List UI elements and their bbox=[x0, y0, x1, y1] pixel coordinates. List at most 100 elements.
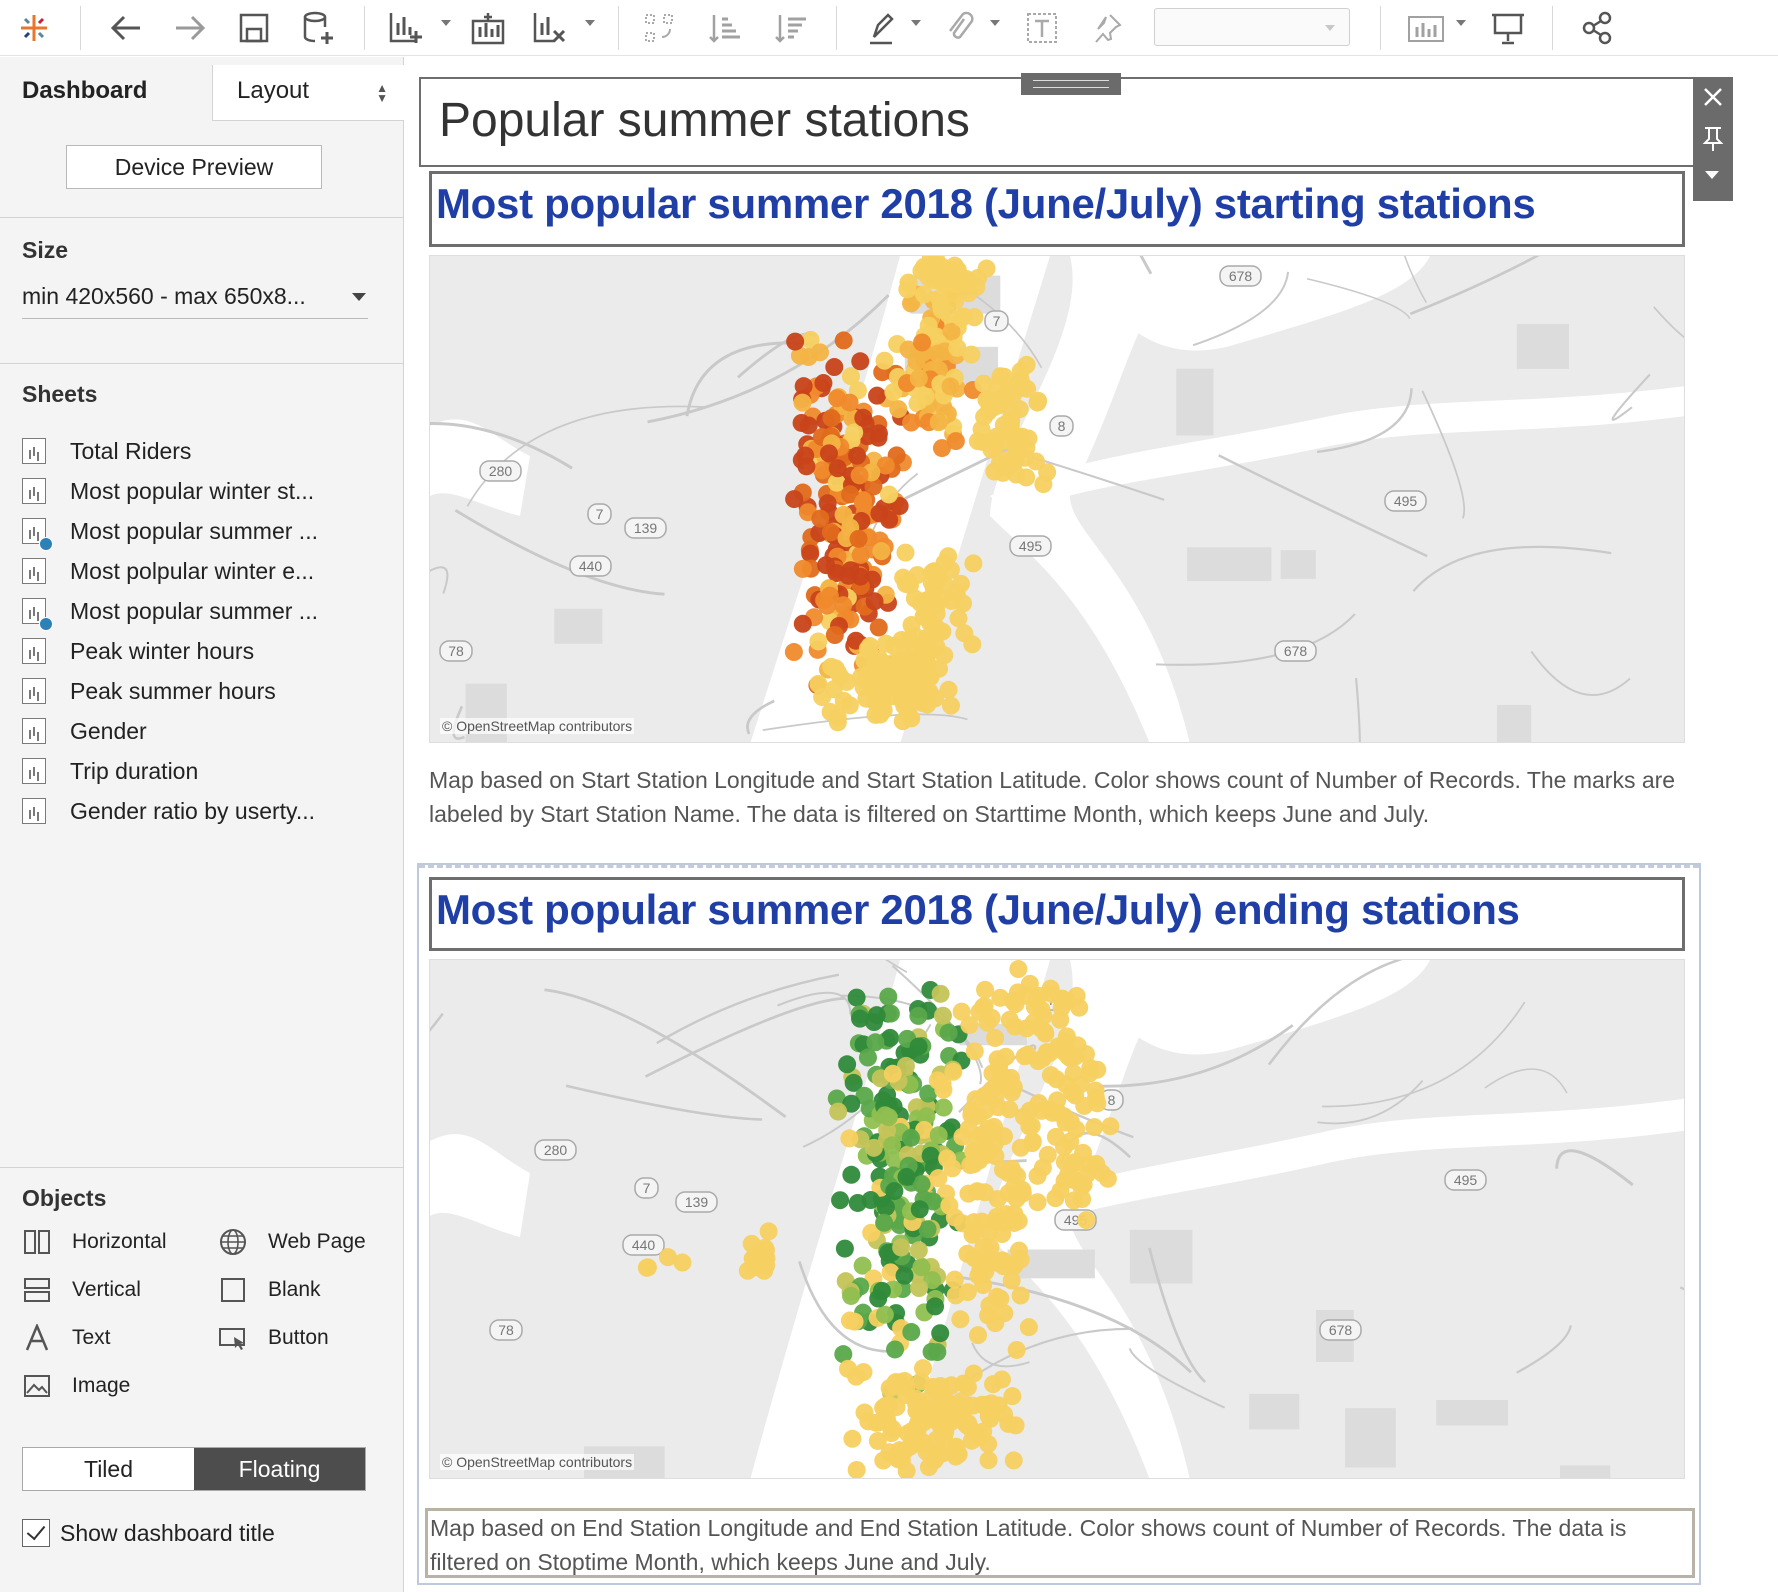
object-text[interactable]: Text bbox=[22, 1321, 111, 1355]
new-data-source-icon[interactable] bbox=[296, 8, 340, 48]
station-mark bbox=[948, 338, 967, 357]
sheet-item[interactable]: Most polpular winter e... bbox=[22, 553, 392, 589]
sheet-item[interactable]: Gender ratio by userty... bbox=[22, 793, 392, 829]
station-mark bbox=[1000, 1100, 1019, 1119]
redo-icon[interactable] bbox=[168, 8, 212, 48]
presentation-mode-icon[interactable] bbox=[1486, 8, 1530, 48]
save-icon[interactable] bbox=[232, 8, 276, 48]
sheet-item[interactable]: Most popular summer ... bbox=[22, 593, 392, 631]
station-mark bbox=[658, 1248, 677, 1267]
station-mark bbox=[851, 567, 870, 586]
new-dashboard-icon[interactable] bbox=[466, 8, 510, 48]
floating-button[interactable]: Floating bbox=[194, 1448, 365, 1490]
station-mark bbox=[814, 374, 833, 393]
highway-shield-label: 139 bbox=[685, 1194, 709, 1210]
sheet-item[interactable]: Gender bbox=[22, 713, 392, 749]
park-area bbox=[465, 683, 507, 742]
sheet-label: Peak winter hours bbox=[70, 637, 255, 664]
show-dashboard-title-option[interactable]: Show dashboard title bbox=[22, 1519, 275, 1547]
station-mark bbox=[874, 659, 893, 678]
station-mark bbox=[912, 1372, 931, 1391]
end-stations-map[interactable]: 78280713944049549578678 © OpenStreetMap … bbox=[429, 959, 1685, 1479]
sheet-item[interactable]: Most popular summer ... bbox=[22, 513, 392, 551]
sort-descending-icon[interactable] bbox=[770, 8, 814, 48]
object-blank[interactable]: Blank bbox=[218, 1273, 321, 1307]
tab-dashboard[interactable]: Dashboard bbox=[0, 65, 212, 121]
highway-shield: 440 bbox=[622, 1234, 665, 1256]
station-mark bbox=[1047, 1070, 1066, 1089]
station-mark bbox=[859, 641, 878, 660]
station-mark bbox=[988, 1190, 1007, 1209]
sheet-item[interactable]: Peak winter hours bbox=[22, 633, 392, 669]
show-labels-icon[interactable] bbox=[1022, 8, 1062, 48]
drag-handle-icon[interactable] bbox=[1021, 73, 1121, 95]
start-sheet-title-container[interactable]: Most popular summer 2018 (June/July) sta… bbox=[429, 171, 1685, 247]
tab-layout[interactable]: Layout ▲ ▼ bbox=[212, 65, 404, 121]
highway-shield-label: 78 bbox=[448, 643, 464, 659]
sort-ascending-icon[interactable] bbox=[704, 8, 748, 48]
highway-shield-label: 440 bbox=[632, 1237, 656, 1253]
undo-icon[interactable] bbox=[104, 8, 148, 48]
station-mark bbox=[1028, 1166, 1047, 1185]
sheet-item[interactable]: Most popular winter st... bbox=[22, 473, 392, 509]
station-mark bbox=[1085, 1118, 1104, 1137]
highway-shield-label: 495 bbox=[1394, 493, 1418, 509]
station-mark bbox=[916, 387, 935, 406]
end-sheet-title-container[interactable]: Most popular summer 2018 (June/July) end… bbox=[429, 877, 1685, 951]
sheet-label: Trip duration bbox=[70, 757, 199, 784]
share-icon[interactable] bbox=[1576, 8, 1620, 48]
new-worksheet-dropdown[interactable] bbox=[441, 20, 451, 26]
group-dropdown[interactable] bbox=[990, 20, 1000, 26]
pin-icon[interactable] bbox=[1088, 8, 1128, 48]
clear-sheet-icon[interactable] bbox=[528, 8, 572, 48]
station-mark bbox=[985, 398, 1004, 417]
show-title-checkbox[interactable] bbox=[22, 1519, 50, 1547]
object-button[interactable]: Button bbox=[218, 1321, 329, 1355]
sheet-item[interactable]: Total Riders bbox=[22, 433, 392, 469]
sheet-item[interactable]: Trip duration bbox=[22, 753, 392, 789]
new-worksheet-icon[interactable] bbox=[384, 8, 428, 48]
station-mark bbox=[999, 1414, 1018, 1433]
highway-shield-label: 280 bbox=[489, 463, 513, 479]
object-vertical[interactable]: Vertical bbox=[22, 1273, 141, 1307]
station-mark bbox=[896, 543, 915, 562]
button-icon bbox=[218, 1324, 248, 1352]
dashboard-title-container[interactable]: Popular summer stations bbox=[419, 73, 1697, 167]
tableau-logo-icon[interactable] bbox=[14, 8, 54, 48]
object-horizontal[interactable]: Horizontal bbox=[22, 1225, 167, 1259]
station-mark bbox=[1003, 991, 1022, 1010]
group-icon[interactable] bbox=[938, 8, 978, 48]
highlight-icon[interactable] bbox=[862, 8, 902, 48]
object-image[interactable]: Image bbox=[22, 1369, 130, 1403]
station-mark bbox=[931, 1376, 950, 1395]
sheets-section-title: Sheets bbox=[22, 381, 98, 407]
station-mark bbox=[793, 559, 812, 578]
station-mark bbox=[1010, 1241, 1029, 1260]
show-me-icon[interactable] bbox=[1402, 8, 1452, 48]
start-stations-map[interactable]: 678 7 8 280 7 139 440 495 495 78 678 © OpenStreetM… bbox=[429, 255, 1685, 743]
tiled-button[interactable]: Tiled bbox=[23, 1448, 194, 1490]
station-mark bbox=[964, 1364, 983, 1383]
end-caption-container[interactable]: Map based on End Station Longitude and E… bbox=[425, 1508, 1695, 1578]
station-mark bbox=[974, 1276, 993, 1295]
device-preview-button[interactable]: Device Preview bbox=[66, 145, 322, 189]
station-mark bbox=[920, 642, 939, 661]
fit-dropdown[interactable] bbox=[1154, 8, 1350, 46]
close-icon[interactable] bbox=[1701, 85, 1725, 114]
swap-rows-columns-icon[interactable] bbox=[638, 8, 682, 48]
station-mark bbox=[909, 1037, 928, 1056]
station-mark bbox=[851, 352, 870, 371]
more-options-icon[interactable] bbox=[1705, 171, 1719, 179]
highway-shield: 8 bbox=[1049, 415, 1074, 437]
clear-sheet-dropdown[interactable] bbox=[585, 20, 595, 26]
highlight-dropdown[interactable] bbox=[911, 20, 921, 26]
show-me-dropdown[interactable] bbox=[1456, 20, 1466, 26]
station-mark bbox=[976, 1101, 995, 1120]
object-web-page[interactable]: Web Page bbox=[218, 1225, 366, 1259]
sort-arrows-icon: ▲ ▼ bbox=[376, 81, 388, 105]
start-sheet-title: Most popular summer 2018 (June/July) sta… bbox=[436, 180, 1536, 227]
pin-icon[interactable] bbox=[1702, 125, 1724, 158]
size-dropdown[interactable]: min 420x560 - max 650x8... bbox=[22, 279, 368, 319]
sheet-item[interactable]: Peak summer hours bbox=[22, 673, 392, 709]
station-mark bbox=[1064, 1064, 1083, 1083]
